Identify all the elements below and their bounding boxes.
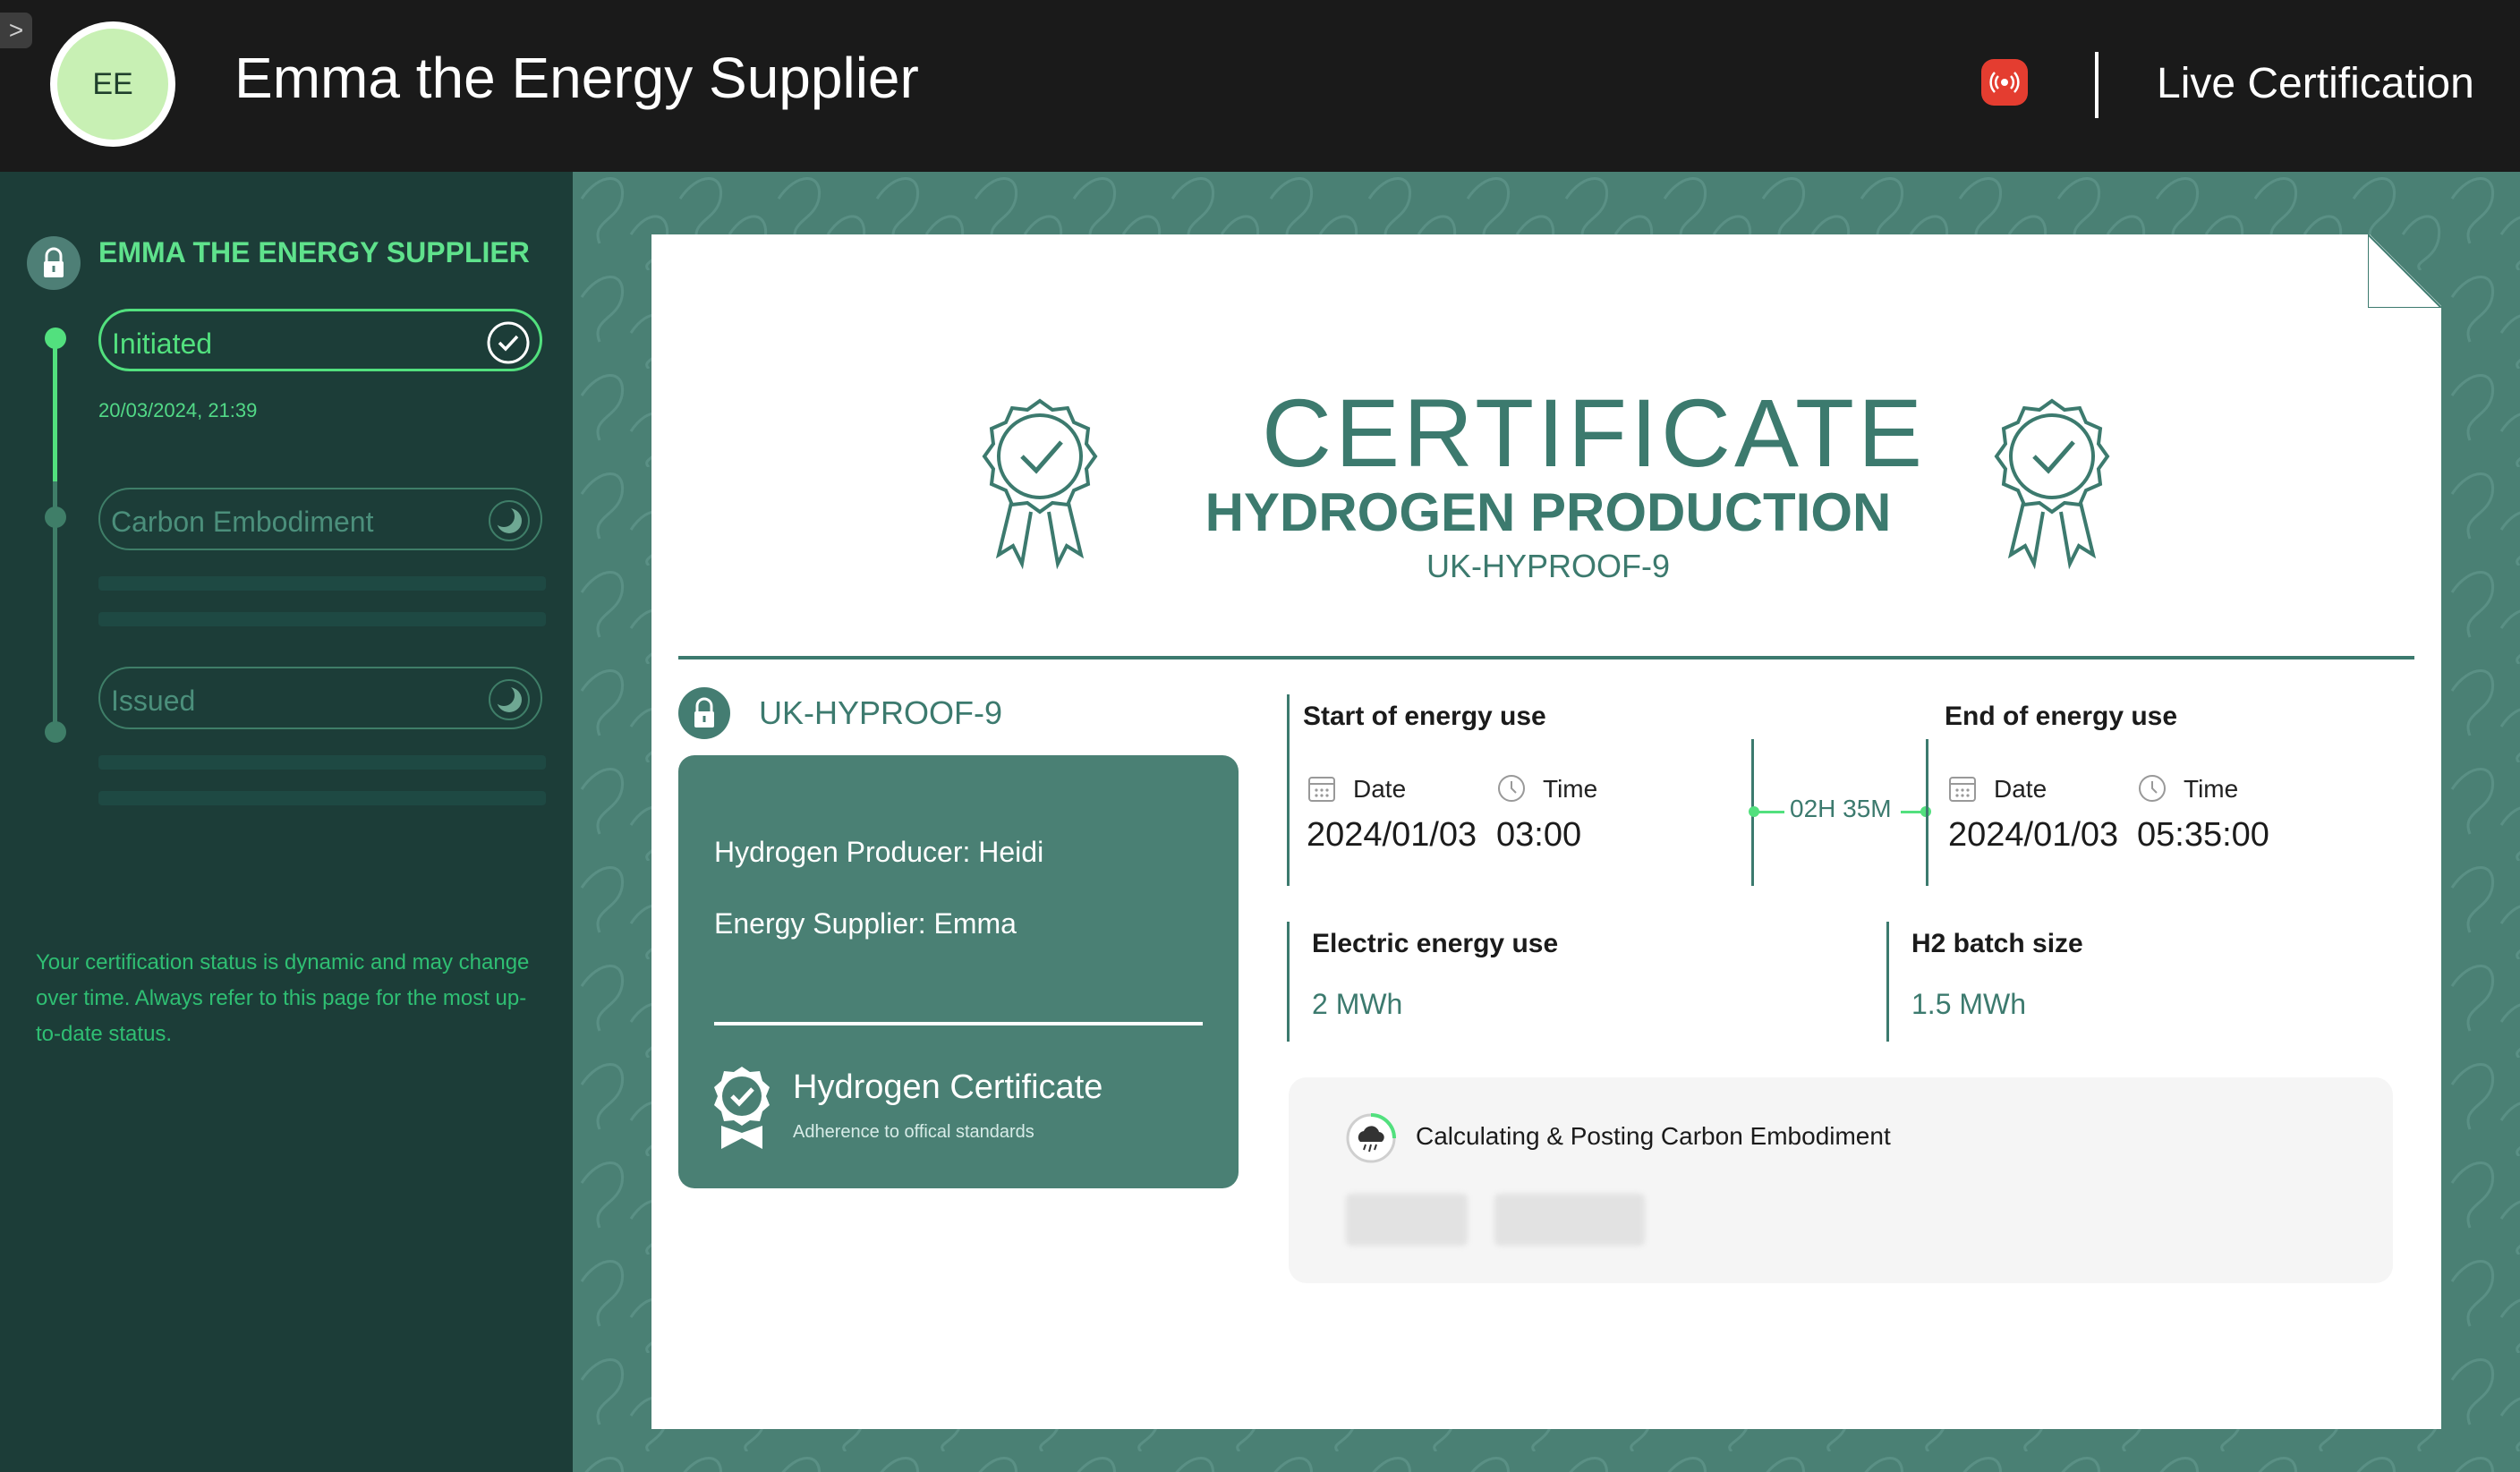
pending-moon-icon (485, 497, 533, 545)
calendar-icon (1949, 777, 1976, 802)
pending-moon-icon (485, 676, 533, 724)
start-date-label: Date (1353, 775, 1407, 803)
sidebar: EMMA THE ENERGY SUPPLIER Initiated 20/03… (0, 172, 573, 1472)
end-date-value: 2024/01/03 (1948, 816, 2119, 854)
electric-section-border (1287, 922, 1290, 1042)
step-date: 20/03/2024, 21:39 (98, 399, 258, 421)
end-date-label: Date (1994, 775, 2048, 803)
start-title: Start of energy use (1303, 702, 1546, 731)
lock-icon (27, 236, 81, 290)
step-issued[interactable]: Issued (98, 667, 542, 729)
loading-placeholder (1346, 1194, 1468, 1246)
step-initiated[interactable]: Initiated (98, 309, 542, 371)
live-certification-label[interactable]: Live Certification (2157, 59, 2474, 108)
start-date-value: 2024/01/03 (1307, 816, 1477, 854)
duration-line (1754, 811, 1784, 813)
clock-icon (2139, 775, 2166, 802)
step-label: Carbon Embodiment (111, 506, 374, 538)
check-circle-icon (484, 319, 532, 367)
certificate-title: CERTIFICATE (1262, 379, 1927, 487)
skeleton-line (98, 612, 546, 626)
end-time-value: 05:35:00 (2137, 816, 2269, 854)
timeline-progress (53, 338, 57, 481)
calendar-icon (1308, 777, 1335, 802)
certificate-code: UK-HYPROOF-9 (1426, 548, 1671, 584)
header-divider (2095, 52, 2099, 118)
status-note: Your certification status is dynamic and… (36, 950, 530, 1046)
electric-value: 2 MWh (1312, 988, 1403, 1020)
certificate-badge-icon (714, 1067, 770, 1149)
cloud-loading-icon (1346, 1113, 1396, 1163)
award-ribbon-right-icon (1994, 398, 2110, 570)
supplier-text: Energy Supplier: Emma (714, 907, 1017, 940)
duration-label: 02H 35M (1790, 795, 1892, 822)
sidebar-title: EMMA THE ENERGY SUPPLIER (98, 236, 530, 268)
skeleton-line (98, 791, 546, 805)
start-time-label: Time (1543, 775, 1598, 803)
badge-title: Hydrogen Certificate (793, 1068, 1103, 1106)
certificate-id: UK-HYPROOF-9 (759, 694, 1003, 731)
top-header: > EE Emma the Energy Supplier Live Certi… (0, 0, 2520, 172)
start-time-value: 03:00 (1496, 816, 1582, 854)
batch-label: H2 batch size (1911, 929, 2083, 958)
skeleton-line (98, 576, 546, 591)
award-ribbon-left-icon (982, 398, 1098, 570)
lock-icon (678, 687, 730, 739)
step-label: Issued (111, 685, 196, 717)
skeleton-line (98, 755, 546, 770)
certificate-subtitle: HYDROGEN PRODUCTION (1205, 482, 1892, 542)
batch-section-border (1886, 922, 1889, 1042)
timeline-dot-carbon (45, 506, 66, 528)
producer-text: Hydrogen Producer: Heidi (714, 836, 1044, 868)
end-title: End of energy use (1945, 702, 2178, 731)
carbon-status-panel: Calculating & Posting Carbon Embodiment (1289, 1077, 2393, 1283)
end-section-border (1926, 739, 1928, 886)
loading-placeholder (1494, 1194, 1645, 1246)
timeline-dot-issued (45, 721, 66, 743)
carbon-status-text: Calculating & Posting Carbon Embodiment (1416, 1122, 1891, 1150)
clock-icon (1498, 775, 1525, 802)
certificate-divider (678, 656, 2414, 659)
batch-value: 1.5 MWh (1911, 988, 2027, 1020)
page-title: Emma the Energy Supplier (234, 46, 919, 110)
expand-sidebar-button[interactable]: > (0, 13, 32, 48)
page-fold-corner (2368, 234, 2441, 308)
end-time-label: Time (2184, 775, 2239, 803)
card-divider (714, 1022, 1203, 1025)
start-section-border (1287, 694, 1290, 886)
avatar-initials: EE (57, 29, 168, 140)
step-label: Initiated (112, 328, 213, 360)
avatar[interactable]: EE (50, 21, 175, 147)
timeline-dot-initiated (45, 328, 66, 349)
electric-label: Electric energy use (1312, 929, 1559, 958)
broadcast-icon[interactable] (1981, 59, 2028, 106)
step-carbon-embodiment[interactable]: Carbon Embodiment (98, 488, 542, 550)
participants-card: Hydrogen Producer: Heidi Energy Supplier… (678, 755, 1239, 1188)
badge-subtitle: Adherence to offical standards (793, 1122, 1034, 1142)
